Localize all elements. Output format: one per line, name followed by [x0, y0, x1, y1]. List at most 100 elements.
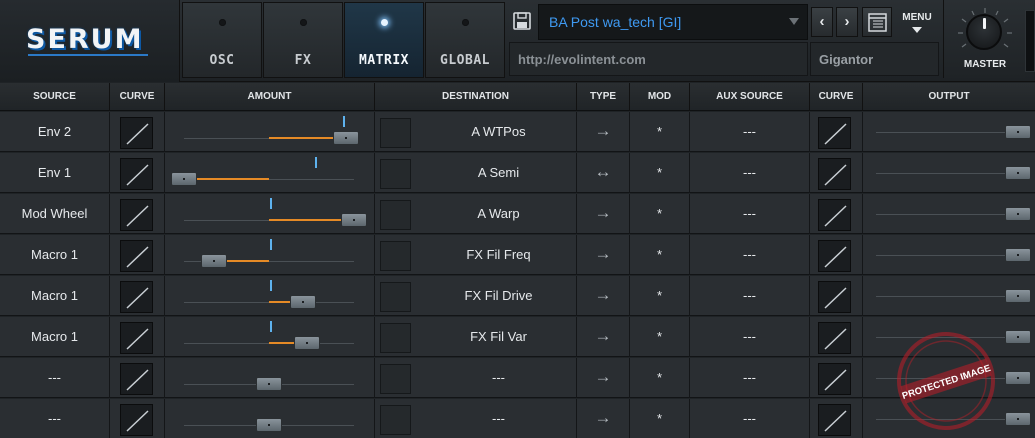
mod-cell[interactable]: *	[630, 276, 690, 316]
mod-cell[interactable]: *	[630, 317, 690, 357]
aux-source-cell[interactable]: ---	[690, 317, 810, 357]
aux-curve-button[interactable]	[818, 240, 851, 272]
output-slider[interactable]	[1005, 289, 1031, 303]
col-output: OUTPUT	[928, 91, 970, 102]
aux-curve-button[interactable]	[818, 117, 851, 149]
mod-cell[interactable]: *	[630, 235, 690, 275]
curve-icon	[819, 328, 852, 359]
source-cell[interactable]: Macro 1	[0, 317, 110, 357]
source-curve-button[interactable]	[120, 404, 153, 436]
aux-source-cell[interactable]: ---	[690, 276, 810, 316]
destination-label: ---	[492, 370, 505, 385]
aux-curve-button[interactable]	[818, 281, 851, 313]
destination-label: A Warp	[477, 206, 520, 221]
preset-selector[interactable]: BA Post wa_tech [GI]	[538, 4, 808, 40]
mod-cell[interactable]: *	[630, 194, 690, 234]
preset-author-field: Gigantor	[810, 42, 939, 76]
aux-source-cell[interactable]: ---	[690, 153, 810, 193]
aux-curve-button[interactable]	[818, 404, 851, 436]
mod-cell[interactable]: *	[630, 112, 690, 152]
aux-source-cell[interactable]: ---	[690, 399, 810, 438]
type-toggle[interactable]: →	[577, 276, 630, 316]
source-curve-button[interactable]	[120, 117, 153, 149]
mod-cell[interactable]: *	[630, 399, 690, 438]
amount-slider[interactable]	[294, 336, 321, 350]
mod-cell[interactable]: *	[630, 153, 690, 193]
type-toggle[interactable]: →	[577, 358, 630, 398]
tab-fx-led	[300, 19, 307, 26]
destination-selector[interactable]: A Warp	[420, 194, 577, 234]
save-preset-button[interactable]	[509, 8, 535, 34]
source-curve-button[interactable]	[120, 199, 153, 231]
tab-osc[interactable]: OSC	[182, 2, 262, 78]
amount-slider[interactable]	[171, 172, 197, 186]
source-cell[interactable]: Macro 1	[0, 235, 110, 275]
source-cell[interactable]: Mod Wheel	[0, 194, 110, 234]
tab-global[interactable]: GLOBAL	[425, 2, 505, 78]
tab-fx[interactable]: FX	[263, 2, 343, 78]
destination-selector[interactable]: A WTPos	[420, 112, 577, 152]
aux-curve-button[interactable]	[818, 199, 851, 231]
master-label: MASTER	[963, 59, 1007, 70]
master-volume-knob[interactable]	[966, 14, 1002, 50]
mod-cell[interactable]: *	[630, 358, 690, 398]
output-slider[interactable]	[1005, 207, 1031, 221]
source-curve-button[interactable]	[120, 322, 153, 354]
browser-icon	[868, 13, 887, 32]
source-cell[interactable]: Macro 1	[0, 276, 110, 316]
aux-curve-button[interactable]	[818, 363, 851, 395]
aux-source-cell[interactable]: ---	[690, 358, 810, 398]
type-toggle[interactable]: →	[577, 317, 630, 357]
aux-curve-button[interactable]	[818, 158, 851, 190]
source-cell[interactable]: ---	[0, 358, 110, 398]
type-toggle[interactable]: →	[577, 194, 630, 234]
destination-selector[interactable]: ---	[420, 399, 577, 438]
destination-label: ---	[492, 411, 505, 426]
source-curve-button[interactable]	[120, 281, 153, 313]
destination-selector[interactable]: ---	[420, 358, 577, 398]
destination-selector[interactable]: FX Fil Var	[420, 317, 577, 357]
tab-matrix[interactable]: MATRIX	[344, 2, 424, 78]
source-curve-button[interactable]	[120, 158, 153, 190]
curve-icon	[121, 328, 154, 359]
destination-label: FX Fil Var	[470, 329, 527, 344]
type-toggle[interactable]: →	[577, 399, 630, 438]
output-slider[interactable]	[1005, 412, 1031, 426]
aux-source-cell[interactable]: ---	[690, 235, 810, 275]
tab-matrix-label: MATRIX	[359, 53, 409, 68]
destination-selector[interactable]: FX Fil Freq	[420, 235, 577, 275]
next-preset-button[interactable]: ›	[836, 7, 858, 37]
type-toggle[interactable]: →	[577, 235, 630, 275]
aux-curve-button[interactable]	[818, 322, 851, 354]
preset-name: BA Post wa_tech [GI]	[549, 14, 682, 30]
prev-preset-button[interactable]: ‹	[811, 7, 833, 37]
type-toggle[interactable]: ↔	[577, 153, 630, 193]
amount-slider[interactable]	[290, 295, 316, 309]
mod-indicator	[270, 198, 272, 209]
amount-slider[interactable]	[332, 131, 359, 145]
aux-source-cell[interactable]: ---	[690, 194, 810, 234]
destination-selector[interactable]: FX Fil Drive	[420, 276, 577, 316]
source-curve-button[interactable]	[120, 363, 153, 395]
output-slider[interactable]	[1005, 125, 1031, 139]
output-slider[interactable]	[1005, 166, 1031, 180]
amount-slider[interactable]	[341, 213, 367, 227]
preset-browser-button[interactable]	[862, 7, 892, 37]
output-slider[interactable]	[1005, 330, 1031, 344]
aux-source-cell[interactable]: ---	[690, 112, 810, 152]
menu-button[interactable]: MENU	[896, 5, 938, 39]
source-cell[interactable]: ---	[0, 399, 110, 438]
output-slider[interactable]	[1005, 248, 1031, 262]
tab-osc-led	[219, 19, 226, 26]
source-cell[interactable]: Env 2	[0, 112, 110, 152]
destination-selector[interactable]: A Semi	[420, 153, 577, 193]
amount-slider[interactable]	[256, 377, 282, 391]
amount-slider[interactable]	[200, 254, 227, 268]
source-label: Env 1	[37, 165, 72, 180]
tab-matrix-led	[381, 19, 388, 26]
source-curve-button[interactable]	[120, 240, 153, 272]
type-toggle[interactable]: →	[577, 112, 630, 152]
output-slider[interactable]	[1005, 371, 1031, 385]
source-cell[interactable]: Env 1	[0, 153, 110, 193]
amount-slider[interactable]	[256, 418, 282, 432]
